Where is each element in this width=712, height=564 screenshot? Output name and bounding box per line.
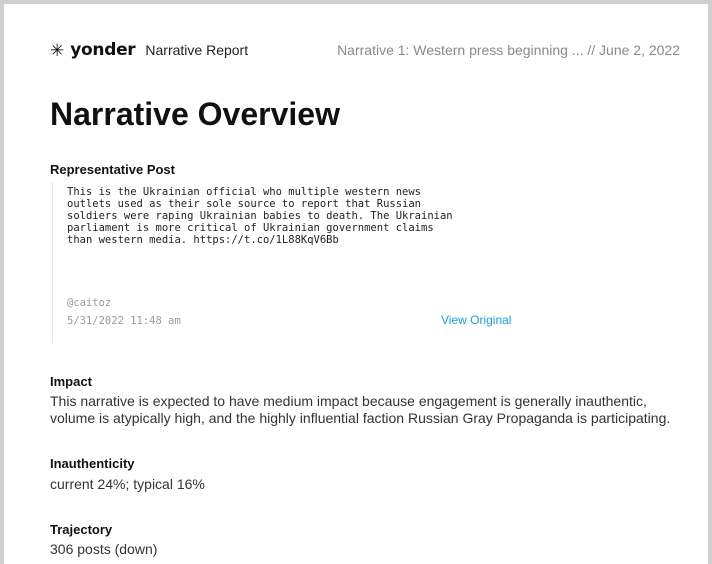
view-original-link[interactable]: View Original [441, 313, 511, 327]
inauthenticity-heading: Inauthenticity [50, 456, 135, 471]
report-label: Narrative Report [145, 42, 249, 58]
brand: ✳ yonder Narrative Report [50, 40, 248, 60]
representative-post-heading: Representative Post [50, 162, 175, 177]
representative-post: This is the Ukrainian official who multi… [52, 182, 533, 342]
trajectory-text: 306 posts (down) [50, 541, 158, 557]
page-title: Narrative Overview [50, 96, 340, 132]
logo-text: yonder [70, 40, 136, 60]
report-page: ✳ yonder Narrative Report Narrative 1: W… [0, 0, 712, 564]
post-timestamp: 5/31/2022 11:48 am [67, 315, 181, 327]
inauthenticity-text: current 24%; typical 16% [50, 476, 205, 492]
report-header: ✳ yonder Narrative Report Narrative 1: W… [50, 38, 680, 62]
post-author: @caitoz [67, 297, 112, 309]
post-text: This is the Ukrainian official who multi… [67, 186, 453, 246]
impact-heading: Impact [50, 374, 92, 389]
impact-text: This narrative is expected to have mediu… [50, 393, 671, 426]
trajectory-heading: Trajectory [50, 522, 113, 537]
narrative-date-label: Narrative 1: Western press beginning ...… [337, 42, 680, 58]
asterisk-logo-icon: ✳ [50, 40, 65, 60]
